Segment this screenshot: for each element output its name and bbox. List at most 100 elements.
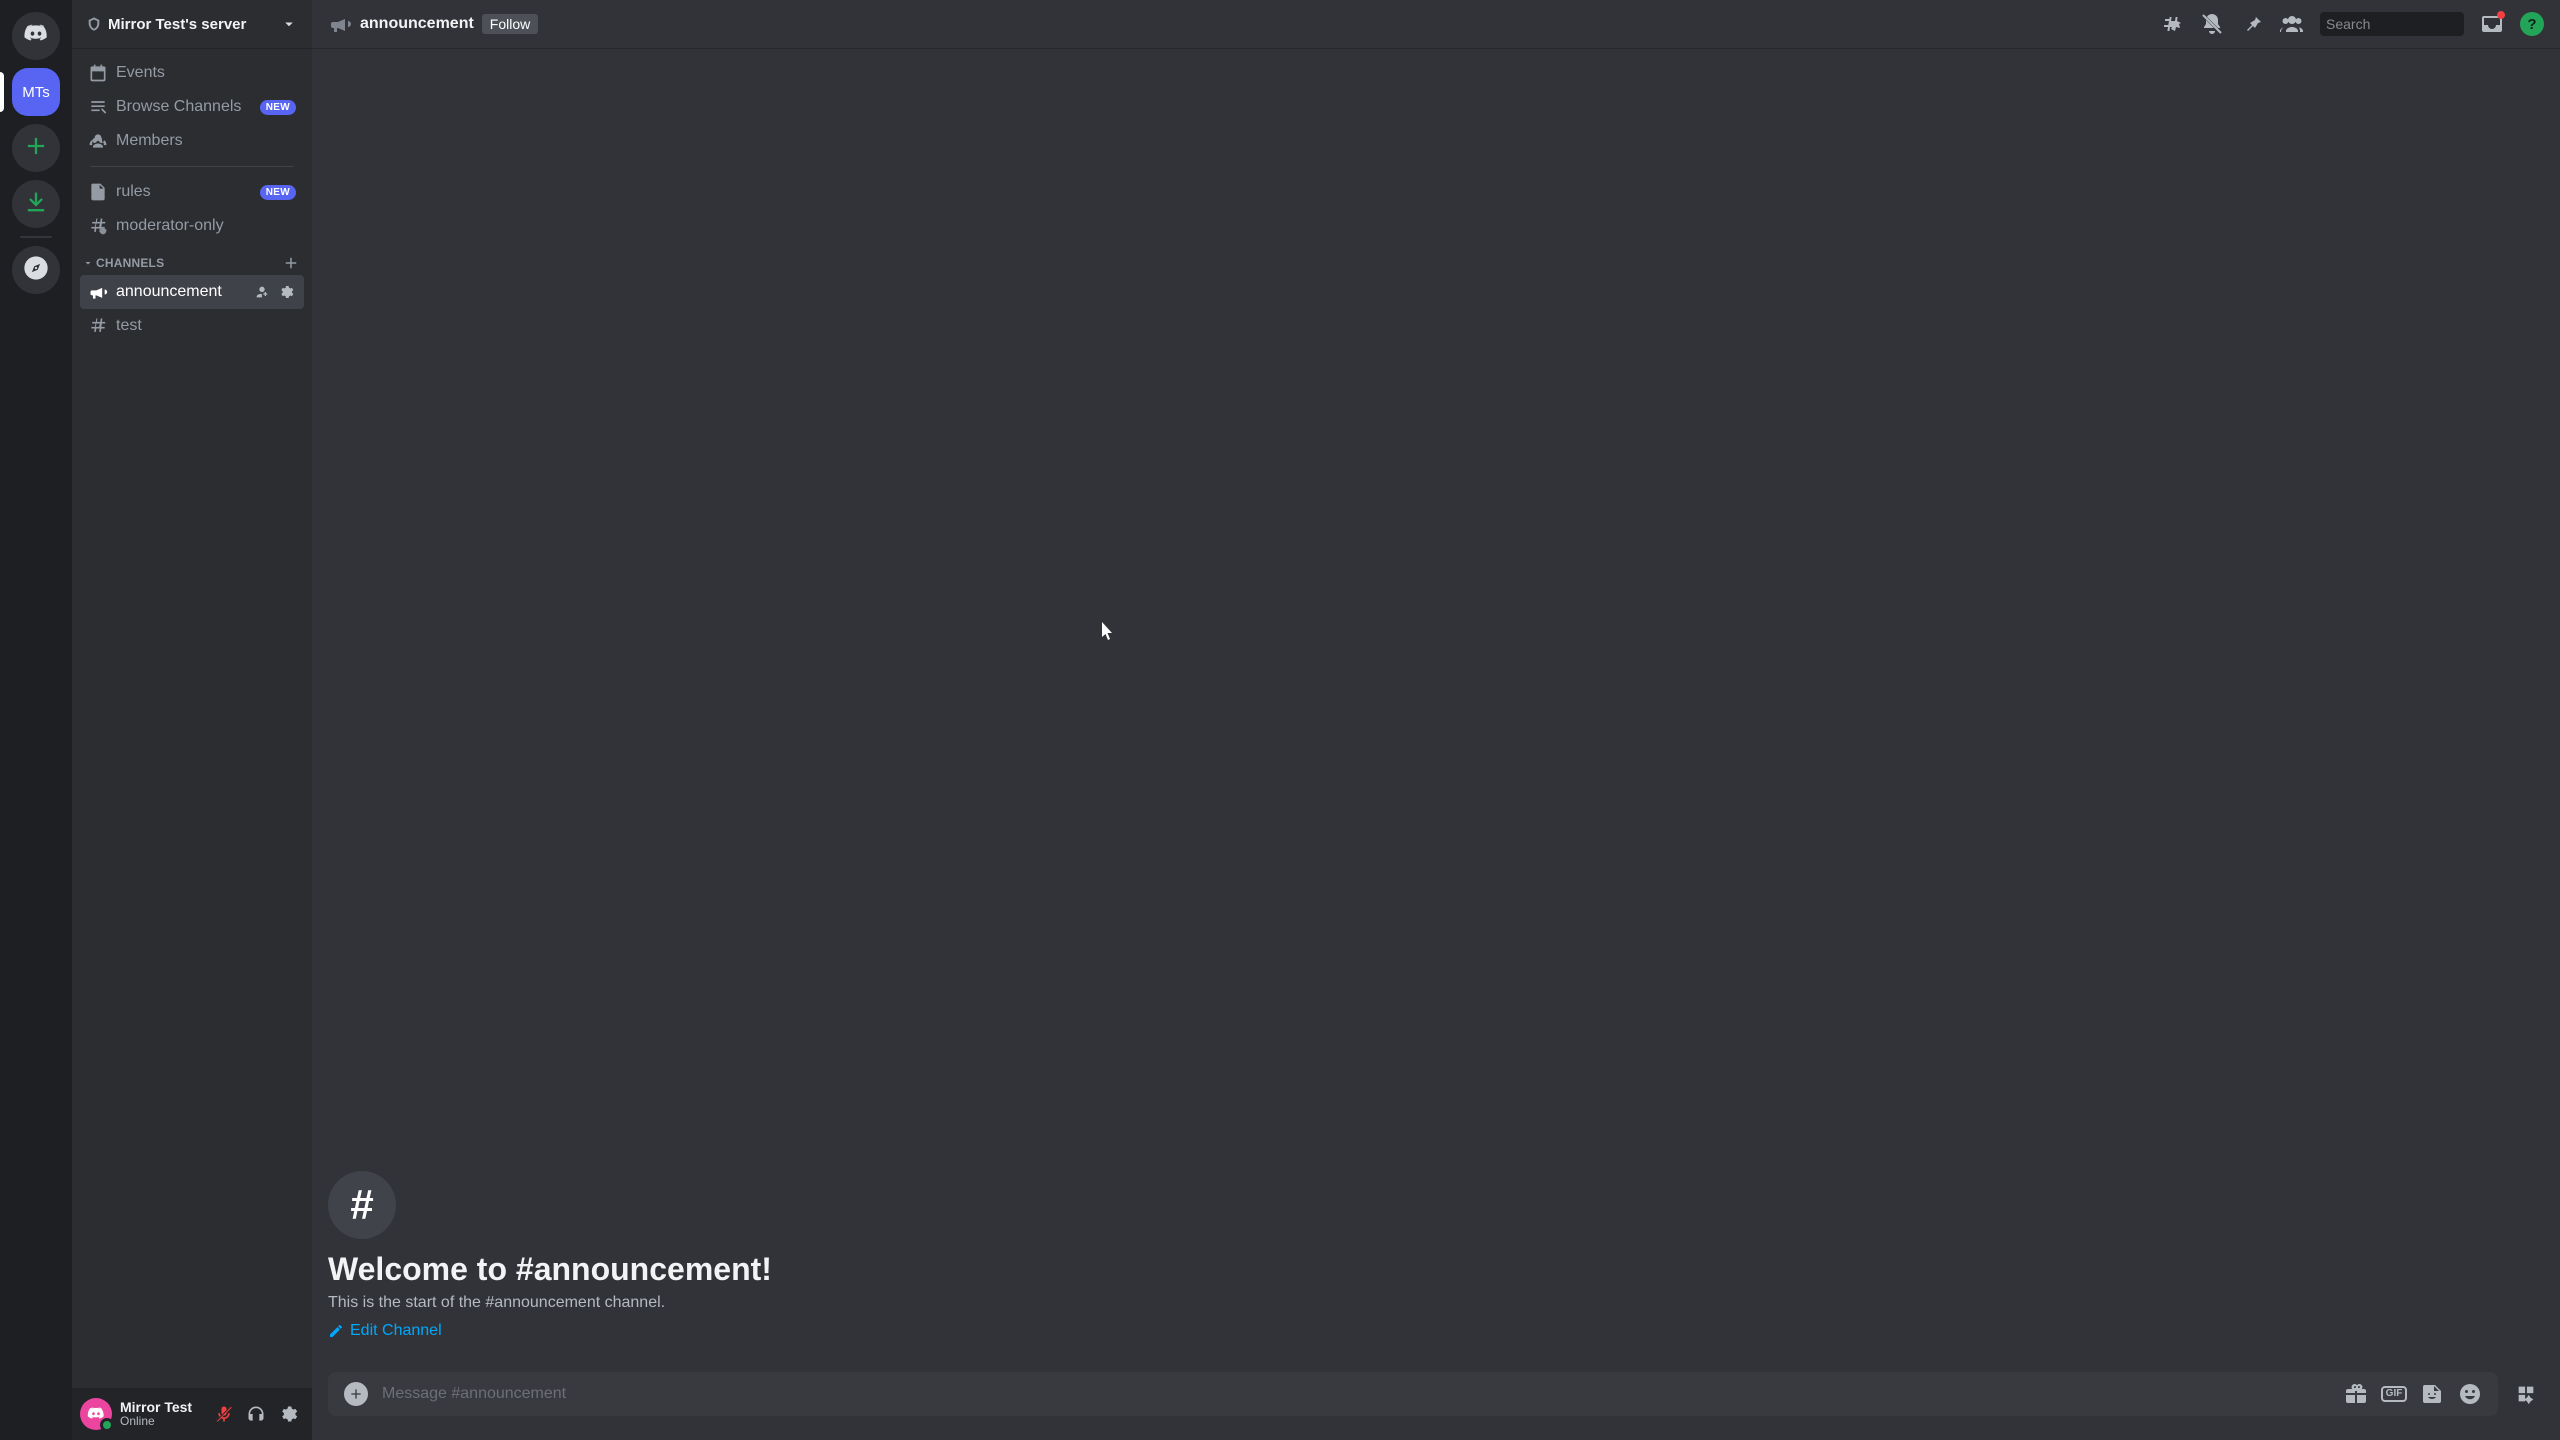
- pin-icon: [2240, 12, 2264, 36]
- sticker-button[interactable]: [2420, 1382, 2444, 1406]
- server-icon-current[interactable]: MTs: [12, 68, 60, 116]
- attach-button[interactable]: [344, 1382, 368, 1406]
- edit-channel-label: Edit Channel: [350, 1322, 442, 1340]
- server-selected-indicator: [0, 72, 4, 112]
- new-badge: NEW: [260, 100, 296, 115]
- chat-main: announcement Follow ? # Welcome to #anno…: [312, 0, 2560, 1440]
- gift-button[interactable]: [2344, 1382, 2368, 1406]
- server-header[interactable]: Mirror Test's server: [72, 0, 312, 48]
- channel-moderator-only[interactable]: moderator-only: [80, 209, 304, 243]
- welcome-subtitle: This is the start of the #announcement c…: [328, 1294, 2544, 1312]
- create-invite-icon[interactable]: [252, 284, 272, 300]
- mute-button[interactable]: [208, 1398, 240, 1430]
- chevron-down-icon: [82, 257, 94, 269]
- plus-icon: [22, 132, 50, 165]
- channel-sidebar: Mirror Test's server Events Browse Chann…: [72, 0, 312, 1440]
- emoji-button[interactable]: [2458, 1382, 2482, 1406]
- sidebar-members-label: Members: [116, 132, 296, 150]
- channel-test[interactable]: test: [80, 309, 304, 343]
- browse-icon: [88, 97, 108, 117]
- mod-hash-icon: [88, 216, 108, 236]
- channels-category[interactable]: CHANNELS: [80, 251, 304, 275]
- gear-icon[interactable]: [276, 284, 296, 300]
- bell-off-icon: [2200, 12, 2224, 36]
- megaphone-icon: [88, 282, 108, 302]
- user-settings-button[interactable]: [272, 1398, 304, 1430]
- explore-servers-button[interactable]: [12, 246, 60, 294]
- server-name: Mirror Test's server: [108, 16, 280, 33]
- cursor-artifact: [1102, 622, 1116, 645]
- download-icon: [22, 188, 50, 221]
- message-input[interactable]: [382, 1385, 2330, 1403]
- headphones-icon: [246, 1404, 266, 1424]
- compass-icon: [22, 254, 50, 287]
- inbox-button[interactable]: [2480, 12, 2504, 36]
- new-badge: NEW: [260, 185, 296, 200]
- user-status: Online: [120, 1415, 208, 1428]
- chevron-down-icon: [280, 15, 298, 33]
- channel-moderator-label: moderator-only: [116, 217, 296, 235]
- server-boost-icon: [86, 16, 102, 32]
- edit-channel-link[interactable]: Edit Channel: [328, 1322, 442, 1340]
- pencil-icon: [328, 1323, 344, 1339]
- megaphone-icon: [328, 12, 352, 36]
- chat-body: # Welcome to #announcement! This is the …: [312, 48, 2560, 1372]
- members-icon: [88, 131, 108, 151]
- apps-icon: [2515, 1383, 2537, 1405]
- welcome-title: Welcome to #announcement!: [328, 1251, 2544, 1288]
- follow-button[interactable]: Follow: [482, 14, 538, 34]
- message-composer[interactable]: GIF: [328, 1372, 2498, 1416]
- channel-list: Events Browse Channels NEW Members rules…: [72, 48, 312, 1388]
- user-names[interactable]: Mirror Test Online: [120, 1400, 208, 1429]
- apps-button[interactable]: [2508, 1376, 2544, 1412]
- server-rail: MTs: [0, 0, 72, 1440]
- dm-home-button[interactable]: [12, 12, 60, 60]
- member-list-button[interactable]: [2280, 12, 2304, 36]
- status-online-icon: [100, 1418, 114, 1432]
- server-initials: MTs: [22, 84, 50, 101]
- sidebar-separator: [90, 166, 294, 167]
- plus-icon: [348, 1386, 364, 1402]
- notifications-button[interactable]: [2200, 12, 2224, 36]
- channel-announcement[interactable]: announcement: [80, 275, 304, 309]
- gif-button[interactable]: GIF: [2382, 1382, 2406, 1406]
- help-icon: ?: [2527, 16, 2536, 33]
- sticker-icon: [2420, 1382, 2444, 1406]
- help-button[interactable]: ?: [2520, 12, 2544, 36]
- composer-area: GIF: [312, 1372, 2560, 1440]
- add-server-button[interactable]: [12, 124, 60, 172]
- pinned-button[interactable]: [2240, 12, 2264, 36]
- user-panel: Mirror Test Online: [72, 1388, 312, 1440]
- sidebar-events[interactable]: Events: [80, 56, 304, 90]
- channel-rules-label: rules: [116, 183, 252, 201]
- gear-icon: [278, 1404, 298, 1424]
- deafen-button[interactable]: [240, 1398, 272, 1430]
- welcome-block: # Welcome to #announcement! This is the …: [328, 1171, 2544, 1344]
- threads-button[interactable]: [2160, 12, 2184, 36]
- sidebar-browse-label: Browse Channels: [116, 98, 252, 116]
- channels-category-label: CHANNELS: [96, 256, 282, 270]
- create-channel-icon[interactable]: [282, 254, 300, 272]
- hash-icon: [88, 316, 108, 336]
- rail-separator: [20, 236, 52, 238]
- user-avatar[interactable]: [80, 1398, 112, 1430]
- inbox-unread-indicator: [2497, 11, 2505, 19]
- gift-icon: [2344, 1382, 2368, 1406]
- channel-announcement-label: announcement: [116, 283, 244, 301]
- rules-icon: [88, 182, 108, 202]
- channel-test-label: test: [116, 317, 296, 335]
- sidebar-members[interactable]: Members: [80, 124, 304, 158]
- download-apps-button[interactable]: [12, 180, 60, 228]
- chat-header-title: announcement: [360, 15, 474, 33]
- sidebar-events-label: Events: [116, 64, 296, 82]
- members-icon: [2280, 12, 2304, 36]
- gif-icon: GIF: [2381, 1386, 2408, 1402]
- user-display-name: Mirror Test: [120, 1400, 208, 1415]
- threads-icon: [2160, 12, 2184, 36]
- sidebar-browse-channels[interactable]: Browse Channels NEW: [80, 90, 304, 124]
- calendar-icon: [88, 63, 108, 83]
- search-box[interactable]: [2320, 12, 2464, 36]
- welcome-channel-icon: #: [328, 1171, 396, 1239]
- emoji-icon: [2458, 1382, 2482, 1406]
- channel-rules[interactable]: rules NEW: [80, 175, 304, 209]
